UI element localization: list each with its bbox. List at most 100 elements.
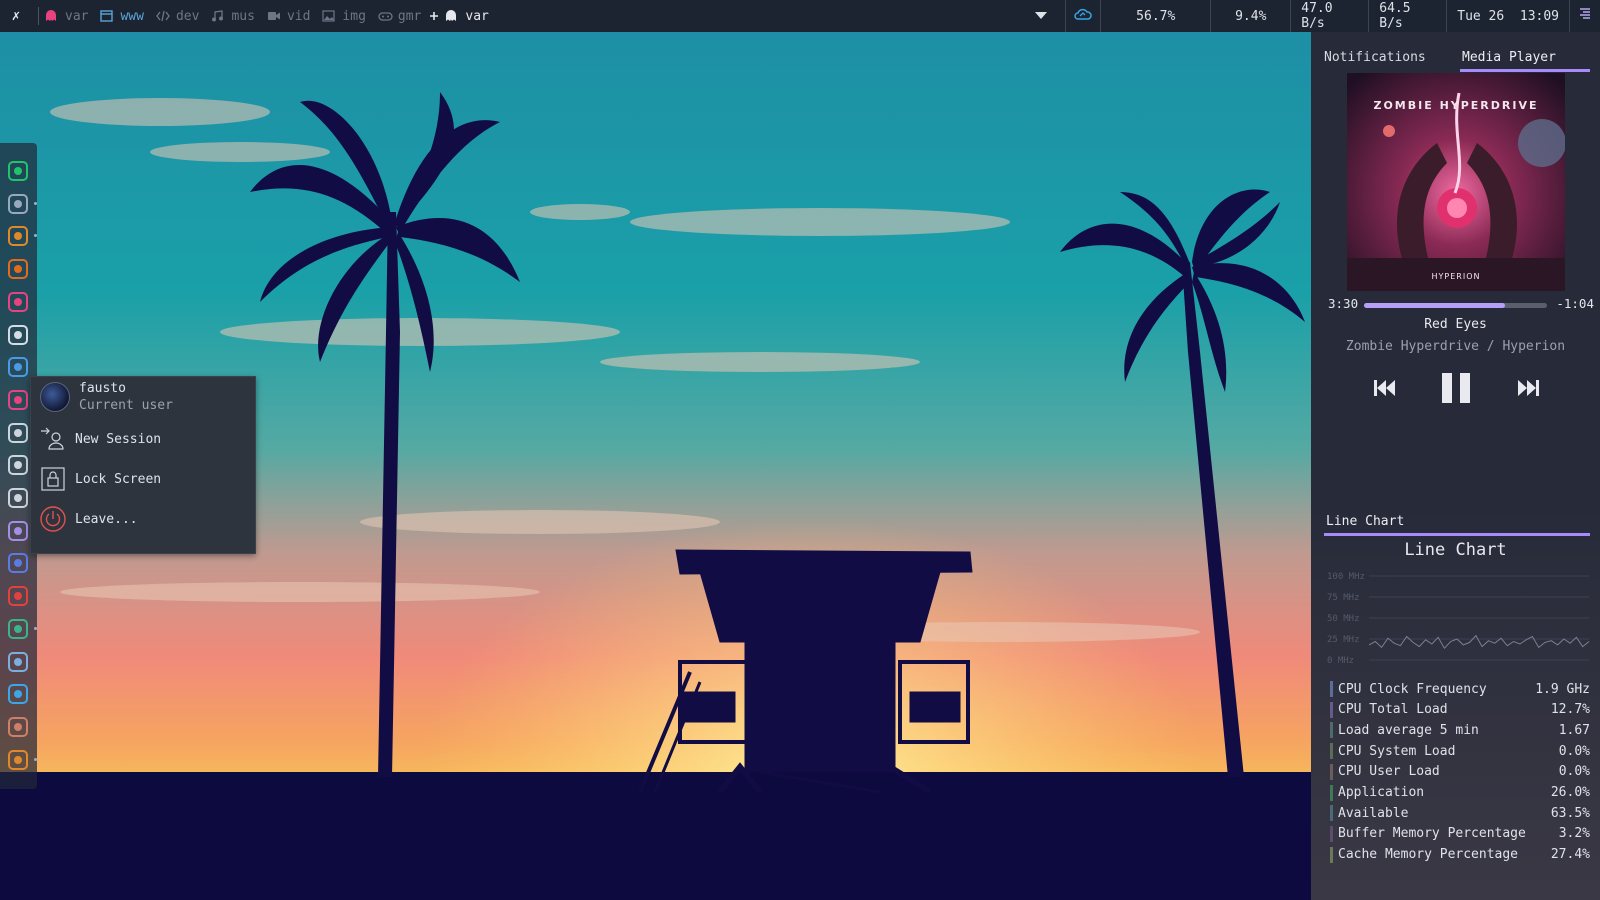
sensor-row[interactable]: CPU Clock Frequency 1.9 GHz [1330,679,1590,699]
font-icon[interactable] [7,324,29,346]
y-tick-label: 50 MHz [1327,614,1360,624]
graph-icon[interactable] [7,487,29,509]
firefox-icon[interactable] [7,258,29,280]
memory-usage[interactable]: 9.4% [1210,0,1290,32]
running-indicator [34,201,37,205]
new-session-button[interactable]: New Session [39,425,161,453]
video-camera-icon [267,10,281,22]
sidebar-tabs: Notifications Media Player [1324,50,1594,72]
workspace-img[interactable]: img [322,9,366,24]
sensor-color-swatch [1330,805,1333,822]
brave-browser-icon[interactable] [7,225,29,247]
system-monitor-icon[interactable] [7,683,29,705]
avatar [39,380,71,414]
skip-previous-icon [1373,378,1397,402]
clock[interactable]: Tue 26 13:09 [1446,0,1569,32]
text-editor-icon[interactable] [7,291,29,313]
sensor-value: 63.5% [1550,805,1590,821]
brush-icon[interactable] [7,356,29,378]
hammer-icon[interactable] [7,716,29,738]
spotify-icon[interactable] [7,160,29,182]
settings-gear-icon[interactable] [7,749,29,771]
album-band-text: ZOMBIE HYPERDRIVE [1373,99,1538,112]
app-launcher-icon[interactable]: ✗ [0,0,32,32]
kdenlive-icon[interactable] [7,552,29,574]
sensor-row[interactable]: Buffer Memory Percentage 3.2% [1330,824,1590,844]
current-window[interactable]: var [429,9,489,24]
cpu-usage[interactable]: 56.7% [1100,0,1210,32]
network-download[interactable]: 47.0 B/s [1290,0,1368,32]
tab-line-chart[interactable]: Line Chart [1324,514,1590,536]
right-sidebar-panel: Notifications Media Player ZOMBIE HYPERD… [1311,32,1600,900]
workspace-mus[interactable]: mus [211,9,255,24]
sensor-color-swatch [1330,763,1333,780]
network-upload[interactable]: 64.5 B/s [1368,0,1446,32]
sensor-color-swatch [1330,743,1333,760]
series-line [1368,634,1590,650]
vlc-cone-icon[interactable] [7,585,29,607]
sensor-label: CPU System Load [1338,743,1456,759]
sensor-label: Available [1338,805,1409,821]
pause-button[interactable] [1436,370,1476,410]
tray-expand-button[interactable] [1017,0,1065,32]
ghost-icon [445,10,459,22]
sensor-label: Load average 5 min [1338,722,1479,738]
sensor-value: 26.0% [1550,785,1590,800]
git-icon[interactable] [7,389,29,411]
menu-item-label: New Session [75,431,162,447]
weather-widget[interactable] [1065,0,1100,32]
sensor-color-swatch [1330,722,1333,739]
user-session-menu: fausto Current user New Session Lock Scr… [30,376,256,554]
tab-notifications[interactable]: Notifications [1324,50,1460,72]
sensor-value: 0.0% [1558,764,1590,780]
skip-next-icon [1516,378,1540,402]
sensor-row[interactable]: CPU User Load 0.0% [1330,762,1590,782]
folder-icon[interactable] [7,193,29,215]
sensor-value: 0.0% [1558,743,1590,759]
leave-button[interactable]: Leave... [39,505,138,533]
sensor-value: 1.9 GHz [1535,681,1590,697]
remaining-time: -1:04 [1556,296,1594,311]
menu-item-label: Lock Screen [75,471,162,487]
workspace-vid[interactable]: vid [267,9,310,24]
discord-icon[interactable] [7,618,29,640]
sensor-color-swatch [1330,825,1333,842]
sensor-row[interactable]: Load average 5 min 1.67 [1330,720,1590,740]
menu-lines-icon [1578,7,1592,25]
lock-screen-button[interactable]: Lock Screen [39,465,161,493]
cursor-icon[interactable] [7,454,29,476]
y-tick-label: 100 MHz [1327,572,1365,582]
sensor-row[interactable]: Application 26.0% [1330,783,1590,803]
sidebar-toggle-button[interactable] [1569,0,1600,32]
previous-track-button[interactable] [1365,370,1405,410]
terminal-icon[interactable] [7,651,29,673]
track-artist-album: Zombie Hyperdrive / Hyperion [1345,339,1566,354]
workspace-label: vid [286,8,311,24]
compass-icon[interactable] [7,422,29,444]
user-role: Current user [79,398,173,413]
next-track-button[interactable] [1508,370,1548,410]
current-user-entry[interactable]: fausto Current user [39,380,173,414]
workspace-gmr[interactable]: gmr [378,9,421,24]
y-tick-label: 25 MHz [1327,635,1360,645]
power-icon [39,505,67,533]
sensor-row[interactable]: CPU System Load 0.0% [1330,741,1590,761]
tab-media-player[interactable]: Media Player [1460,50,1590,72]
chart-title: Line Chart [1404,540,1507,560]
sensor-value: 12.7% [1550,702,1590,718]
workspace-www[interactable]: www [100,9,144,24]
workspace-dev[interactable]: dev [156,9,199,24]
workspace-label: gmr [397,8,422,24]
sensor-label: CPU User Load [1338,764,1440,780]
track-title: Red Eyes [1424,317,1487,332]
sensor-row[interactable]: Available 63.5% [1330,803,1590,823]
sensor-label: CPU Clock Frequency [1338,681,1487,697]
username: fausto [79,381,126,396]
seek-bar[interactable] [1364,303,1547,308]
sensor-color-swatch [1330,701,1333,718]
sensor-row[interactable]: CPU Total Load 12.7% [1330,700,1590,720]
workspace-var[interactable]: var [45,9,88,24]
sensor-row[interactable]: Cache Memory Percentage 27.4% [1330,845,1590,865]
workspace-label: var [65,8,89,24]
camera-icon[interactable] [7,520,29,542]
